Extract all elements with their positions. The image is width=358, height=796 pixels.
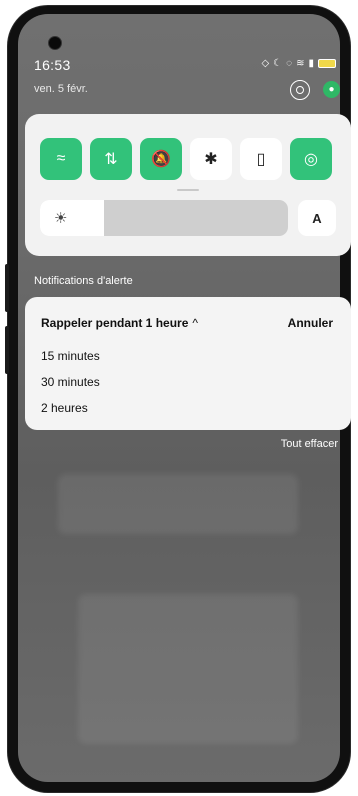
settings-gear-button[interactable] xyxy=(290,80,310,100)
front-camera xyxy=(48,36,62,50)
snooze-option[interactable]: 30 minutes xyxy=(41,375,100,389)
user-avatar-button[interactable]: ● xyxy=(323,81,340,98)
tile-flashlight[interactable]: ▯ xyxy=(240,138,282,180)
gear-icon xyxy=(296,86,304,94)
snooze-option[interactable]: 15 minutes xyxy=(41,349,100,363)
tile-mute[interactable]: 🔕 xyxy=(140,138,182,180)
tile-bluetooth[interactable]: ✱ xyxy=(190,138,232,180)
tile-mobile-data[interactable]: ⇅ xyxy=(90,138,132,180)
background-blur xyxy=(58,474,298,534)
clear-all-button[interactable]: Tout effacer xyxy=(281,438,338,450)
brightness-fill xyxy=(40,200,105,236)
tile-hotspot[interactable]: ◎ xyxy=(290,138,332,180)
clock: 16:53 xyxy=(34,57,71,73)
mobile-data-icon: ⇅ xyxy=(104,151,118,168)
mute-bell-icon: 🔕 xyxy=(151,151,171,168)
status-icons: ◇ ☾ ◌ ≋ ▮ xyxy=(261,58,336,69)
location-icon: ◎ xyxy=(304,151,318,168)
user-icon: ● xyxy=(328,84,335,95)
moon-icon: ☾ xyxy=(273,58,283,69)
bluetooth-icon: ✱ xyxy=(204,151,218,168)
background-blur xyxy=(78,594,298,744)
cancel-button[interactable]: Annuler xyxy=(288,316,333,330)
chevron-up-icon: ^ xyxy=(192,316,199,330)
battery-icon xyxy=(318,59,336,68)
volume-up-button xyxy=(5,264,9,312)
notifications-header: Notifications d'alerte xyxy=(34,275,133,287)
alarm-icon: ◇ xyxy=(261,58,270,69)
flashlight-icon: ▯ xyxy=(256,151,266,168)
quick-tiles: ≈ ⇅ 🔕 ✱ ▯ ◎ xyxy=(40,138,332,180)
silent-icon: ◌ xyxy=(286,58,293,69)
snooze-dropdown[interactable]: Rappeler pendant 1 heure ^ xyxy=(41,316,198,330)
expand-handle[interactable] xyxy=(177,189,199,191)
volume-down-button xyxy=(5,326,9,374)
snooze-card: Rappeler pendant 1 heure ^ Annuler 15 min… xyxy=(25,297,351,430)
quick-settings-panel: ≈ ⇅ 🔕 ✱ ▯ ◎ ☀ A xyxy=(25,114,351,256)
sun-icon: ☀ xyxy=(54,210,68,227)
snooze-option[interactable]: 2 heures xyxy=(41,401,88,415)
signal-icon: ▮ xyxy=(308,58,314,69)
wifi-icon: ≈ xyxy=(56,150,66,167)
brightness-slider[interactable]: ☀ xyxy=(40,200,288,236)
auto-brightness-button[interactable]: A xyxy=(298,200,336,236)
snooze-title-label: Rappeler pendant 1 heure xyxy=(41,316,189,330)
date-label: ven. 5 févr. xyxy=(34,83,88,95)
tile-wifi[interactable]: ≈ xyxy=(40,138,82,180)
wifi-icon: ≋ xyxy=(296,58,305,69)
